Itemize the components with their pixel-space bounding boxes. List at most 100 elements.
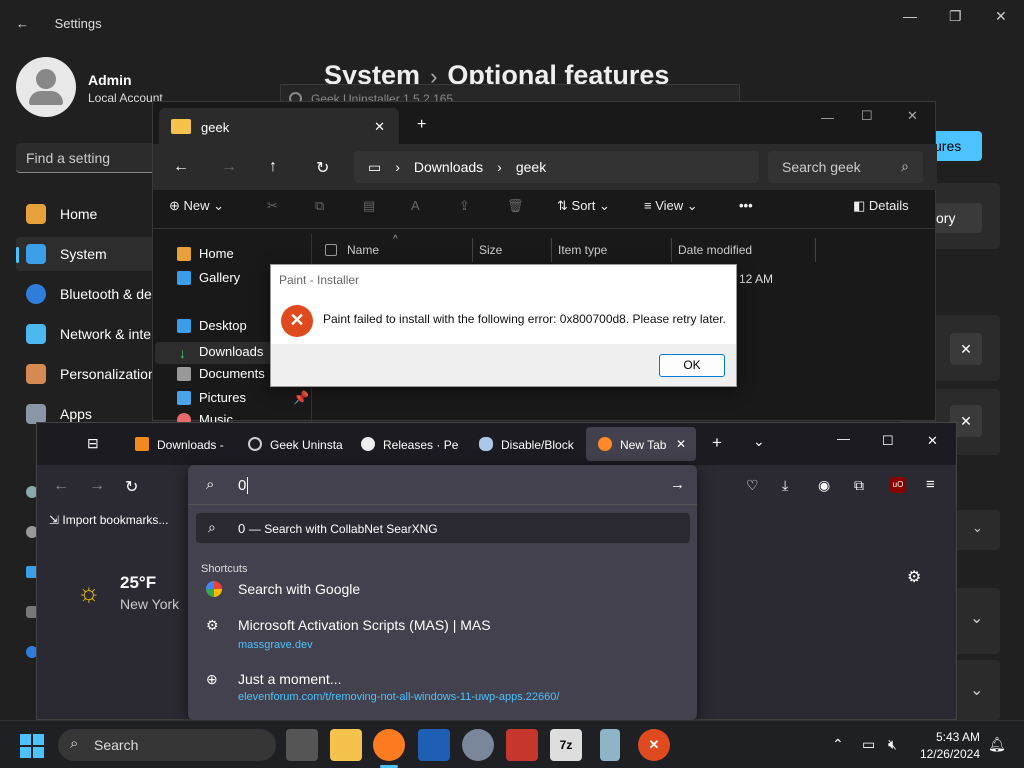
file-explorer-icon[interactable] — [330, 729, 362, 761]
sidebar-item-desktop[interactable]: Desktop — [177, 318, 247, 333]
gear-icon[interactable]: ⚙ — [907, 567, 921, 587]
nav-system[interactable]: System — [16, 237, 156, 271]
notification-bell-icon[interactable]: 🔔︎ — [988, 736, 1006, 753]
back-arrow-icon[interactable]: ← — [53, 477, 69, 495]
taskbar-search[interactable]: ⌕ Search — [58, 729, 276, 761]
chevron-up-icon[interactable]: ⌃ — [832, 736, 844, 753]
close-icon[interactable]: ✕ — [907, 108, 918, 124]
maximize-icon[interactable]: ☐ — [882, 433, 894, 449]
downloads-icon[interactable]: ⤓ — [782, 477, 788, 494]
column-name[interactable]: Name — [347, 243, 379, 257]
nav-personalization[interactable]: Personalization — [16, 357, 156, 391]
ok-button[interactable]: OK — [659, 354, 725, 377]
search-icon: ⌕ — [206, 476, 215, 493]
sidebar-item-pictures[interactable]: Pictures 📌 — [177, 390, 309, 405]
sort-button[interactable]: ⇅ Sort ⌄ — [557, 198, 610, 214]
nav-home[interactable]: Home — [16, 197, 156, 231]
copy-icon[interactable]: ⧉ — [315, 198, 324, 214]
start-button[interactable] — [20, 734, 44, 758]
forward-arrow-icon[interactable]: → — [89, 477, 105, 495]
up-arrow-icon[interactable]: ↑ — [269, 158, 277, 176]
ublock-icon[interactable]: uO — [890, 477, 906, 493]
rename-icon[interactable]: A — [411, 198, 420, 213]
firefox-view-icon[interactable]: ⊟ — [87, 435, 99, 452]
forward-arrow-icon[interactable]: → — [221, 158, 237, 176]
extensions-icon[interactable]: ⧉ — [854, 477, 864, 494]
view-features-button[interactable]: ures — [930, 131, 982, 161]
minimize-icon[interactable]: — — [821, 110, 834, 125]
back-arrow-icon[interactable]: ← — [173, 158, 189, 176]
column-size[interactable]: Size — [479, 243, 502, 257]
tab-releases[interactable]: Releases · Pe — [349, 427, 459, 461]
back-arrow-icon[interactable]: ← — [16, 16, 29, 31]
see-history-button[interactable]: ory — [934, 203, 982, 233]
recycle-bin-icon[interactable] — [600, 729, 620, 761]
sidebar-item-home[interactable]: Home — [177, 246, 234, 261]
outlook-icon[interactable] — [418, 729, 450, 761]
settings-icon[interactable] — [462, 729, 494, 761]
clock[interactable]: 5:43 AM 12/26/2024 — [918, 730, 980, 761]
volume-muted-icon[interactable]: 🔇︎ — [888, 736, 897, 753]
go-arrow-icon[interactable]: → — [670, 476, 685, 493]
minimize-icon[interactable]: — — [903, 8, 917, 24]
details-button[interactable]: ◧ Details — [853, 198, 909, 214]
column-date-modified[interactable]: Date modified — [678, 243, 752, 257]
import-bookmarks-button[interactable]: ⇲ Import bookmarks... — [49, 513, 168, 527]
search-suggestion[interactable]: ⌕ 0 — Search with CollabNet SearXNG — [196, 513, 690, 543]
network-icon[interactable]: ▭ — [862, 736, 875, 753]
chevron-down-icon[interactable]: ⌄ — [970, 608, 983, 628]
paint-installer-icon[interactable]: ✕ — [638, 729, 670, 761]
address-bar[interactable]: ▭ › Downloads › geek — [354, 151, 759, 183]
new-button[interactable]: ⊕ New ⌄ — [169, 198, 224, 214]
tab-downloads[interactable]: Downloads - — [123, 427, 233, 461]
nav-bluetooth[interactable]: Bluetooth & de — [16, 277, 156, 311]
dialog-message: Paint failed to install with the followi… — [323, 312, 726, 326]
breadcrumb-downloads[interactable]: Downloads — [414, 159, 483, 175]
reload-icon[interactable]: ↻ — [125, 477, 138, 497]
sidebar-item-documents[interactable]: Documents — [177, 366, 265, 381]
list-tabs-icon[interactable]: ⌄ — [753, 433, 765, 450]
minimize-icon[interactable]: — — [837, 431, 850, 446]
download-icon: ↓ — [179, 345, 186, 361]
close-icon[interactable]: ✕ — [927, 433, 938, 449]
new-tab-icon[interactable]: + — [417, 116, 426, 134]
tab-geek-uninstaller[interactable]: Geek Uninsta — [236, 427, 346, 461]
breadcrumb-geek[interactable]: geek — [516, 159, 546, 175]
nav-network[interactable]: Network & inte — [16, 317, 156, 351]
pin-icon[interactable]: 📌 — [293, 390, 309, 406]
menu-icon[interactable]: ≡ — [926, 476, 935, 493]
chevron-down-icon[interactable]: ⌄ — [972, 520, 983, 536]
tab-new-tab[interactable]: New Tab ✕ — [586, 427, 696, 461]
find-setting-input[interactable]: Find a setting — [16, 143, 166, 173]
view-button[interactable]: ≡ View ⌄ — [644, 198, 698, 214]
column-item-type[interactable]: Item type — [558, 243, 607, 257]
account-icon[interactable]: ◉ — [818, 477, 830, 494]
delete-icon[interactable]: 🗑 — [507, 198, 524, 214]
url-input[interactable]: ⌕ 0 → — [188, 465, 697, 505]
task-view-icon[interactable] — [286, 729, 318, 761]
close-tab-icon[interactable]: ✕ — [374, 119, 385, 135]
more-options-icon[interactable]: ••• — [739, 198, 753, 213]
ccleaner-icon[interactable] — [506, 729, 538, 761]
cut-icon[interactable]: ✂ — [267, 198, 278, 214]
new-tab-icon[interactable]: + — [712, 433, 722, 453]
select-all-checkbox[interactable] — [325, 244, 337, 256]
close-icon[interactable]: ✕ — [995, 8, 1007, 25]
tab-disable-block[interactable]: Disable/Block — [467, 427, 579, 461]
refresh-icon[interactable]: ↻ — [316, 158, 329, 178]
shortcut-title: Microsoft Activation Scripts (MAS) | MAS — [238, 617, 491, 633]
restore-icon[interactable]: ❐ — [949, 8, 962, 25]
share-icon[interactable]: ⇪ — [459, 198, 470, 214]
remove-feature-icon[interactable]: ✕ — [950, 333, 982, 365]
sidebar-item-gallery[interactable]: Gallery — [177, 270, 240, 285]
home-icon — [177, 247, 191, 261]
explorer-tab[interactable]: geek ✕ — [159, 108, 399, 144]
close-tab-icon[interactable]: ✕ — [676, 437, 686, 451]
7zip-icon[interactable]: 7z — [550, 729, 582, 761]
firefox-icon[interactable] — [373, 729, 405, 761]
maximize-icon[interactable]: ☐ — [861, 108, 873, 124]
search-input[interactable]: Search geek ⌕ — [768, 151, 923, 183]
paste-icon[interactable]: ▤ — [363, 198, 375, 214]
pocket-icon[interactable]: ♡ — [746, 477, 759, 494]
chevron-down-icon[interactable]: ⌄ — [970, 680, 983, 700]
